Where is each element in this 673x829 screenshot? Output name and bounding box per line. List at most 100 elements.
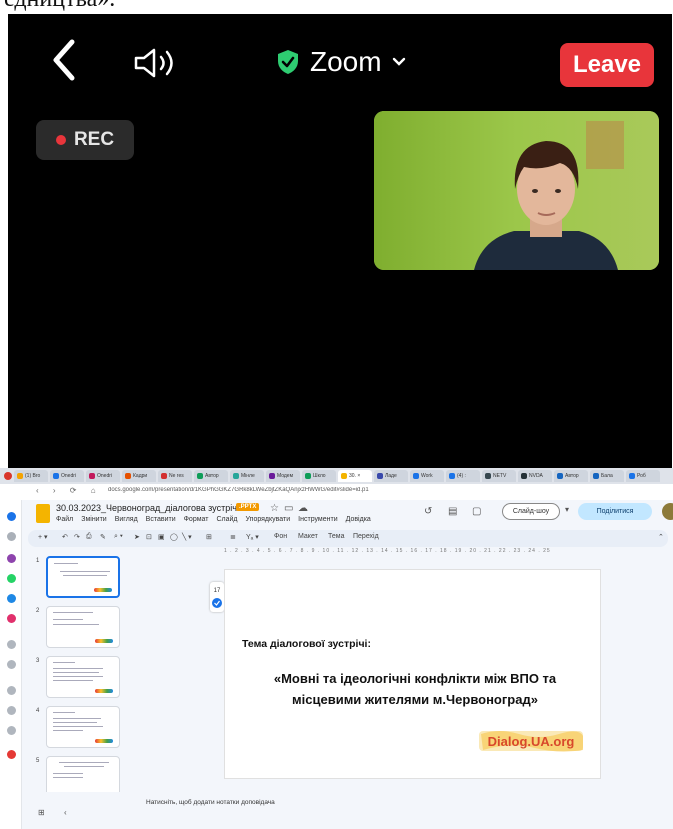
browser-tab[interactable]: (1) Bro bbox=[14, 470, 48, 482]
browser-tab-active[interactable]: 30. × bbox=[338, 470, 372, 482]
browser-tab[interactable]: Автор bbox=[554, 470, 588, 482]
menu-help[interactable]: Довідка bbox=[346, 516, 371, 523]
tab-favicon-icon bbox=[197, 473, 203, 479]
dock-bookmark-icon[interactable] bbox=[7, 532, 16, 541]
menu-tools[interactable]: Інструменти bbox=[298, 516, 337, 523]
add-icon[interactable]: + ▾ bbox=[38, 533, 48, 541]
layout-icon[interactable]: ≣ bbox=[230, 533, 236, 541]
dock-settings-icon[interactable] bbox=[7, 640, 16, 649]
grid-view-icon[interactable]: ⊞ bbox=[38, 808, 45, 817]
image-icon[interactable]: ▣ bbox=[158, 533, 165, 541]
browser-tab[interactable]: NVDA bbox=[518, 470, 552, 482]
url-field[interactable]: docs.google.com/presentation/d/1KGPhGGKZ… bbox=[108, 487, 508, 497]
browser-tab[interactable]: Work bbox=[410, 470, 444, 482]
browser-tab[interactable]: Ладе bbox=[374, 470, 408, 482]
print-icon[interactable]: ⎙ bbox=[86, 533, 92, 541]
redo-icon[interactable]: ↷ bbox=[74, 533, 80, 541]
back-chevron-icon[interactable] bbox=[46, 38, 86, 82]
menu-insert[interactable]: Вставити bbox=[146, 516, 176, 523]
select-icon[interactable]: ➤ bbox=[134, 533, 140, 541]
menu-arrange[interactable]: Упорядкувати bbox=[246, 516, 291, 523]
menu-format[interactable]: Формат bbox=[184, 516, 209, 523]
slide-thumbnail[interactable] bbox=[46, 556, 120, 598]
slide-thumbnail[interactable] bbox=[46, 706, 120, 748]
collapse-toolbar-icon[interactable]: ⌃ bbox=[658, 533, 664, 541]
opera-logo-icon bbox=[4, 472, 12, 480]
slide-thumbnail[interactable] bbox=[46, 656, 120, 698]
layout-button[interactable]: Макет bbox=[298, 533, 318, 540]
zoom-icon[interactable]: ⌕ ▾ bbox=[114, 533, 123, 541]
cloud-status-icon[interactable]: ☁ bbox=[298, 503, 308, 514]
thumbnail-number: 1 bbox=[36, 558, 40, 564]
shape-icon[interactable]: ◯ bbox=[170, 533, 178, 541]
history-icon[interactable]: ↺ bbox=[424, 506, 432, 517]
participant-video-tile[interactable] bbox=[374, 111, 659, 270]
textbox-icon[interactable]: ⊡ bbox=[146, 533, 152, 541]
undo-icon[interactable]: ↶ bbox=[62, 533, 68, 541]
dock-extension-icon[interactable] bbox=[7, 726, 16, 735]
google-slides-logo-icon[interactable] bbox=[36, 504, 50, 523]
avatar[interactable] bbox=[662, 503, 673, 520]
tab-favicon-icon bbox=[593, 473, 599, 479]
menu-view[interactable]: Вигляд bbox=[115, 516, 138, 523]
line-icon[interactable]: ╲ ▾ bbox=[182, 533, 192, 541]
dock-heart-icon[interactable] bbox=[7, 686, 16, 695]
slide-heading-label: Тема діалогової зустрічі: bbox=[242, 638, 371, 650]
slideshow-dropdown-icon[interactable]: ▾ bbox=[565, 505, 569, 514]
dock-player-icon[interactable] bbox=[7, 660, 16, 669]
dock-instagram-icon[interactable] bbox=[7, 614, 16, 623]
menu-slide[interactable]: Слайд bbox=[216, 516, 237, 523]
dock-history-icon[interactable] bbox=[7, 706, 16, 715]
star-icon[interactable]: ☆ bbox=[270, 503, 279, 514]
dock-pin-icon[interactable] bbox=[7, 750, 16, 759]
browser-tab[interactable]: Шкло bbox=[302, 470, 336, 482]
slide-thumbnail[interactable] bbox=[46, 756, 120, 792]
theme-button[interactable]: Тема bbox=[328, 533, 344, 540]
dock-messenger-icon[interactable] bbox=[7, 554, 16, 563]
browser-tab[interactable]: Бала bbox=[590, 470, 624, 482]
browser-tab[interactable]: Роб bbox=[626, 470, 660, 482]
collapse-filmstrip-icon[interactable]: ‹ bbox=[64, 808, 67, 817]
transition-button[interactable]: Перехід bbox=[353, 533, 379, 540]
speaker-notes-area[interactable]: Натисніть, щоб додати нотатки доповідача bbox=[130, 792, 673, 816]
floating-action-badge[interactable]: 17 bbox=[210, 582, 224, 612]
browser-tab-strip: (1) Bro Onedri Onedri Кадри Ne res Автор… bbox=[0, 468, 673, 484]
thumbnail-line bbox=[53, 668, 103, 669]
comment-icon[interactable]: ⊞ bbox=[206, 533, 212, 541]
browser-tab[interactable]: Кадри bbox=[122, 470, 156, 482]
vertical-ruler bbox=[134, 564, 142, 790]
browser-tab[interactable]: NETV bbox=[482, 470, 516, 482]
slides-app-bar: 30.03.2023_Червоноград_діалогова зустріч… bbox=[22, 500, 673, 530]
share-button[interactable]: Поділитися bbox=[578, 503, 652, 520]
meet-icon[interactable]: ▢ bbox=[472, 506, 481, 517]
speaker-icon[interactable] bbox=[132, 48, 178, 78]
input-tools-icon[interactable]: Yₐ ▾ bbox=[246, 533, 259, 541]
browser-tab[interactable]: Автор bbox=[194, 470, 228, 482]
slideshow-button[interactable]: Слайд-шоу bbox=[502, 503, 560, 520]
paint-format-icon[interactable]: ✎ bbox=[100, 533, 106, 541]
browser-tab[interactable]: Onedri bbox=[86, 470, 120, 482]
dock-app-icon[interactable] bbox=[7, 512, 16, 521]
menu-edit[interactable]: Змінити bbox=[81, 516, 107, 523]
slide-thumbnail[interactable] bbox=[46, 606, 120, 648]
menu-bar: Файл Змінити Вигляд Вставити Формат Слай… bbox=[56, 516, 371, 523]
svg-text:17: 17 bbox=[214, 588, 221, 594]
document-title[interactable]: 30.03.2023_Червоноград_діалогова зустріч bbox=[56, 503, 237, 513]
move-folder-icon[interactable]: ▭ bbox=[284, 503, 293, 514]
zoom-title-dropdown[interactable]: Zoom bbox=[276, 44, 406, 80]
thumbnail-line bbox=[53, 662, 75, 663]
dock-whatsapp-icon[interactable] bbox=[7, 574, 16, 583]
browser-nav-icons[interactable]: ‹ › ⟳ ⌂ bbox=[36, 486, 102, 495]
menu-file[interactable]: Файл bbox=[56, 516, 73, 523]
leave-button[interactable]: Leave bbox=[560, 43, 654, 87]
comments-icon[interactable]: ▤ bbox=[448, 506, 457, 517]
browser-tab[interactable]: Мінле bbox=[230, 470, 264, 482]
shield-check-icon bbox=[278, 50, 298, 74]
dock-telegram-icon[interactable] bbox=[7, 594, 16, 603]
browser-tab[interactable]: Модем bbox=[266, 470, 300, 482]
browser-tab[interactable]: (4) : bbox=[446, 470, 480, 482]
browser-tab[interactable]: Onedri bbox=[50, 470, 84, 482]
background-button[interactable]: Фон bbox=[274, 533, 287, 540]
current-slide[interactable]: Тема діалогової зустрічі: «Мовні та ідео… bbox=[224, 569, 601, 779]
browser-tab[interactable]: Ne res bbox=[158, 470, 192, 482]
